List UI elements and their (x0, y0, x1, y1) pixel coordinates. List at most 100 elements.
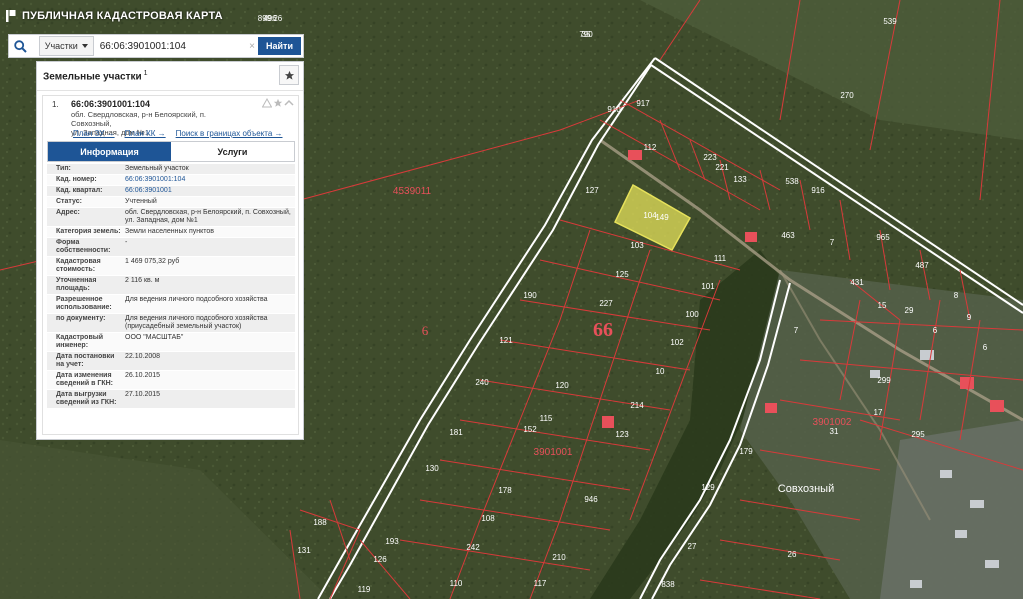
parcel-number-label[interactable]: 112 (644, 143, 657, 152)
tab-services[interactable]: Услуги (171, 142, 294, 161)
attribute-value: 27.10.2015 (125, 391, 161, 398)
parcel-number-label[interactable]: 10 (656, 367, 665, 376)
search-icon[interactable] (9, 35, 33, 57)
parcel-number-label[interactable]: 193 (385, 537, 399, 546)
parcel-number-label[interactable]: 221 (715, 163, 729, 172)
parcel-number-label[interactable]: 110 (450, 579, 463, 588)
parcel-number-label[interactable]: 188 (313, 518, 327, 527)
parcel-number-label[interactable]: 210 (552, 553, 566, 562)
panel-title-text: Земельные участки (43, 71, 142, 83)
search-button[interactable]: Найти (258, 37, 301, 55)
parcel-number-label[interactable]: 214 (630, 401, 644, 410)
parcel-number-label[interactable]: 103 (630, 241, 644, 250)
parcel-number-label[interactable]: 242 (466, 543, 480, 552)
parcel-number-label[interactable]: 125 (615, 270, 629, 279)
parcel-number-label[interactable]: 127 (585, 186, 599, 195)
parcel-number-label[interactable]: 29 (905, 306, 914, 315)
parcel-number-label[interactable]: 240 (475, 378, 489, 387)
search-input[interactable] (99, 40, 247, 52)
parcel-number-label[interactable]: 190 (523, 291, 537, 300)
parcel-number-label[interactable]: 463 (781, 231, 795, 240)
parcel-number-label[interactable]: 181 (449, 428, 463, 437)
parcel-number-label[interactable]: 946 (584, 495, 598, 504)
parcel-number-label[interactable]: 223 (703, 153, 717, 162)
parcel-number-label[interactable]: 6 (983, 343, 988, 352)
parcel-number-label[interactable]: 133 (733, 175, 747, 184)
quarter-label: 4539011 (393, 186, 432, 197)
parcel-number-label[interactable]: 917 (636, 99, 650, 108)
district-label: 6 (422, 323, 429, 338)
parcel-number-label[interactable]: 299 (877, 376, 891, 385)
attribute-label: Разрешенное использование: (56, 296, 112, 311)
result-index: 1. (52, 100, 59, 109)
parcel-number-label[interactable]: 130 (425, 464, 439, 473)
attribute-label: Кад. квартал: (56, 187, 103, 194)
parcel-number-label[interactable]: 6 (933, 326, 938, 335)
favorites-button[interactable] (279, 65, 299, 85)
parcel-number-label[interactable]: 120 (555, 381, 569, 390)
parcel-number-label[interactable]: 111 (714, 254, 727, 263)
parcel-number-label[interactable]: 965 (876, 233, 890, 242)
parcel-number-label[interactable]: 131 (297, 546, 311, 555)
parcel-number-label[interactable]: 7 (794, 326, 799, 335)
parcel-number-label[interactable]: 539 (883, 17, 897, 26)
parcel-number-label[interactable]: 487 (915, 261, 929, 270)
parcel-number-label[interactable]: 115 (540, 414, 553, 423)
parcel-number-label[interactable]: 9 (967, 313, 972, 322)
parcel-number-label[interactable]: 227 (599, 299, 613, 308)
cadastre-logo-icon (6, 10, 16, 22)
chevron-up-icon[interactable] (284, 98, 294, 108)
warning-icon[interactable] (262, 98, 272, 108)
parcel-number-label[interactable]: 538 (785, 177, 799, 186)
parcel-number-label[interactable]: 119 (358, 585, 371, 594)
parcel-number-label[interactable]: 27 (688, 542, 697, 551)
parcel-number-label[interactable]: 916 (811, 186, 825, 195)
attribute-row: Кад. номер: 66:06:3901001:104 (47, 175, 295, 186)
parcel-number-label[interactable]: 26 (788, 550, 797, 559)
parcel-number-label[interactable]: 910 (607, 105, 621, 114)
parcel-number-label[interactable]: 178 (498, 486, 512, 495)
parcel-number-label[interactable]: 129 (701, 483, 715, 492)
parcel-number-label[interactable]: 17 (874, 408, 883, 417)
parcel-number-label[interactable]: 179 (739, 447, 753, 456)
attribute-value[interactable]: 66:06:3901001 (123, 186, 295, 196)
attribute-value: Учтенный (125, 198, 157, 205)
parcel-number-label[interactable]: 149 (655, 213, 669, 222)
parcel-number-label[interactable]: 15 (878, 301, 887, 310)
parcel-number-label[interactable]: 108 (481, 514, 495, 523)
search-type-select[interactable]: Участки (38, 36, 94, 56)
parcel-number-label[interactable]: 838 (661, 580, 675, 589)
plan-kk-link[interactable]: План КК → (125, 129, 166, 138)
parcel-number-label[interactable]: 295 (911, 430, 925, 439)
building (985, 560, 999, 568)
search-bounds-link[interactable]: Поиск в границах объекта → (176, 129, 283, 138)
parcel-number-label[interactable]: 7 (830, 238, 835, 247)
building (960, 377, 974, 389)
parcel-number-label[interactable]: 31 (830, 427, 839, 436)
attribute-value[interactable]: 66:06:3901001:104 (123, 175, 295, 185)
building (970, 500, 984, 508)
plan-zu-link[interactable]: План ЗУ → (73, 129, 115, 138)
parcel-number-label[interactable]: 496 (263, 14, 277, 23)
parcel-number-label[interactable]: 117 (534, 579, 547, 588)
attribute-value: обл. Свердловская, р-н Белоярский, п. Со… (125, 209, 291, 224)
parcel-number-label[interactable]: 100 (685, 310, 699, 319)
parcel-number-label[interactable]: 121 (499, 336, 513, 345)
parcel-number-label[interactable]: 431 (850, 278, 864, 287)
star-icon[interactable] (273, 98, 283, 108)
panel-header: Земельные участки 1 (37, 62, 303, 91)
parcel-number-label[interactable]: 270 (840, 91, 854, 100)
parcel-number-label[interactable]: 152 (523, 425, 537, 434)
tab-information[interactable]: Информация (48, 142, 171, 161)
parcel-number-label[interactable]: 102 (670, 338, 684, 347)
parcel-number-label[interactable]: 101 (701, 282, 715, 291)
panel-title: Земельные участки 1 (43, 70, 148, 82)
quarter-label: 3901002 (813, 417, 852, 428)
attribute-label: Форма собственности: (56, 239, 111, 254)
parcel-number-label[interactable]: 123 (615, 430, 629, 439)
parcel-number-label[interactable]: 8 (954, 291, 959, 300)
clear-icon[interactable]: × (246, 41, 258, 52)
parcel-number-label[interactable]: 35 (582, 30, 591, 39)
result-cad-number[interactable]: 66:06:3901001:104 (71, 99, 150, 109)
parcel-number-label[interactable]: 126 (373, 555, 387, 564)
